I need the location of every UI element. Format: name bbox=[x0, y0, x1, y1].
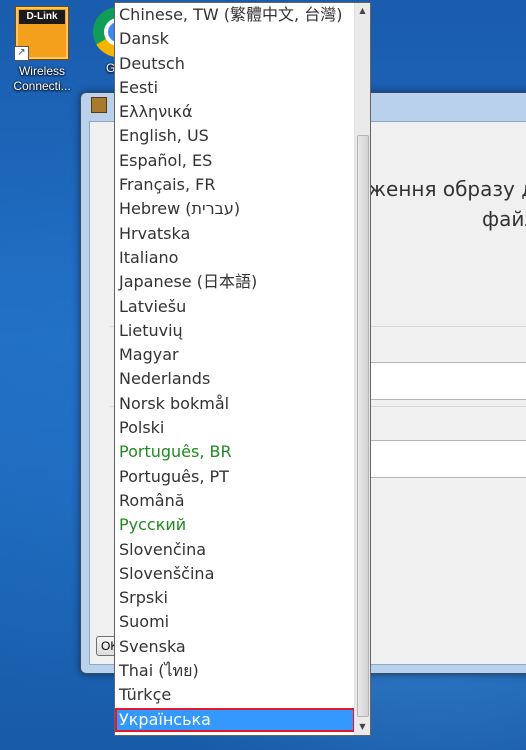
language-option[interactable]: Eesti bbox=[115, 76, 355, 100]
desktop-icon-wireless-connection[interactable]: D-Link ↗ Wireless Connecti... bbox=[4, 0, 80, 94]
scrollbar-thumb[interactable] bbox=[357, 135, 369, 717]
language-option[interactable]: Svenska bbox=[115, 635, 355, 659]
language-option[interactable]: Español, ES bbox=[115, 149, 355, 173]
language-option[interactable]: Nederlands bbox=[115, 367, 355, 391]
language-option[interactable]: English, US bbox=[115, 124, 355, 148]
language-option[interactable]: Latviešu bbox=[115, 295, 355, 319]
language-option[interactable]: Thai (ไทย) bbox=[115, 659, 355, 683]
language-option[interactable]: Türkçe bbox=[115, 683, 355, 707]
language-option[interactable]: Português, PT bbox=[115, 465, 355, 489]
desktop-icon-label-line1: Wireless bbox=[18, 64, 65, 78]
window-field[interactable] bbox=[360, 440, 526, 478]
language-option-selected[interactable]: Українська bbox=[115, 707, 355, 732]
language-option[interactable]: Japanese (日本語) bbox=[115, 270, 355, 294]
window-app-icon bbox=[91, 97, 107, 113]
language-option[interactable]: Polski bbox=[115, 416, 355, 440]
language-option[interactable]: Norsk bokmål bbox=[115, 392, 355, 416]
scroll-up-icon[interactable]: ▲ bbox=[355, 3, 370, 19]
shortcut-arrow-icon: ↗ bbox=[14, 46, 29, 61]
dlink-app-icon: D-Link ↗ bbox=[14, 6, 69, 61]
dropdown-scrollbar[interactable]: ▲ ▼ bbox=[354, 3, 370, 735]
language-option[interactable]: Slovenščina bbox=[115, 562, 355, 586]
language-option[interactable]: Română bbox=[115, 489, 355, 513]
language-option[interactable]: Português, BR bbox=[115, 440, 355, 464]
language-option[interactable]: Dansk bbox=[115, 27, 355, 51]
language-list-items: Chinese, TW (繁體中文, 台灣) Dansk Deutsch Eesti Ε… bbox=[115, 3, 355, 732]
dlink-logo: D-Link bbox=[19, 10, 65, 24]
language-option[interactable]: Lietuvių bbox=[115, 319, 355, 343]
window-heading-line2: файл bbox=[482, 207, 526, 231]
language-dropdown-list[interactable]: Chinese, TW (繁體中文, 台灣) Dansk Deutsch Eesti Ε… bbox=[114, 2, 371, 736]
language-option[interactable]: Русский bbox=[115, 513, 355, 537]
language-option[interactable]: Srpski bbox=[115, 586, 355, 610]
language-option[interactable]: Suomi bbox=[115, 610, 355, 634]
language-option[interactable]: Hebrew (עברית) bbox=[115, 197, 355, 221]
language-option[interactable]: Chinese, TW (繁體中文, 台灣) bbox=[115, 3, 355, 27]
window-field[interactable] bbox=[360, 362, 526, 400]
window-heading: ження образу ди bbox=[368, 177, 526, 201]
language-option[interactable]: Français, FR bbox=[115, 173, 355, 197]
language-option[interactable]: Hrvatska bbox=[115, 222, 355, 246]
desktop-icon-label-line2: Connecti... bbox=[13, 79, 71, 93]
language-option[interactable]: Italiano bbox=[115, 246, 355, 270]
language-option[interactable]: Deutsch bbox=[115, 52, 355, 76]
language-option[interactable]: Ελληνικά bbox=[115, 100, 355, 124]
language-option[interactable]: Slovenčina bbox=[115, 538, 355, 562]
language-option[interactable]: Magyar bbox=[115, 343, 355, 367]
scroll-down-icon[interactable]: ▼ bbox=[355, 719, 370, 735]
